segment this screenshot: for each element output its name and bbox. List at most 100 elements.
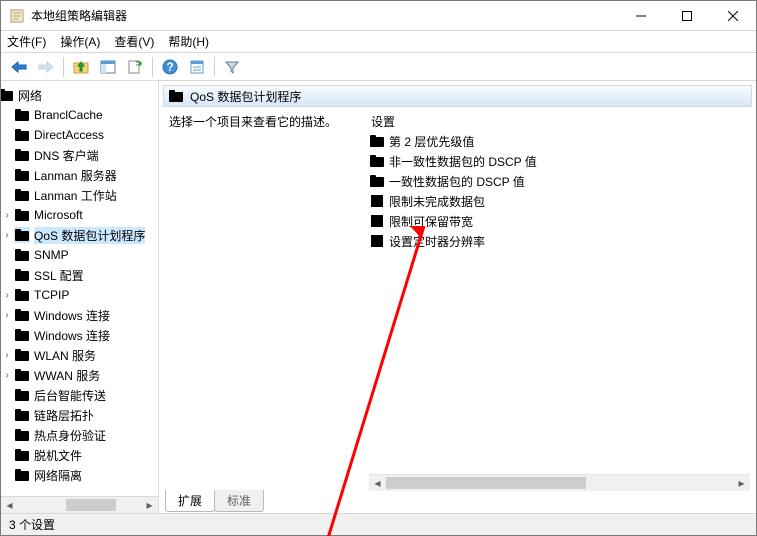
tree-item[interactable]: Lanman 服务器: [1, 165, 158, 185]
list-item-label: 非一致性数据包的 DSCP 值: [389, 153, 537, 170]
forward-button[interactable]: [34, 56, 58, 78]
expand-icon[interactable]: [1, 328, 14, 342]
tree-item[interactable]: BranclCache: [1, 105, 158, 125]
tree-item[interactable]: ›Windows 连接: [1, 305, 158, 325]
tree-h-scrollbar[interactable]: ◂ ▸: [1, 496, 158, 513]
folder-icon: [14, 187, 30, 203]
show-hide-tree-button[interactable]: [96, 56, 120, 78]
toolbar-separator: [152, 57, 153, 77]
tree-label: DirectAccess: [34, 128, 104, 142]
scroll-right-button[interactable]: ▸: [141, 497, 158, 514]
menu-file[interactable]: 文件(F): [7, 33, 46, 50]
expand-icon[interactable]: ›: [1, 308, 14, 322]
tree-item[interactable]: Lanman 工作站: [1, 185, 158, 205]
minimize-button[interactable]: [618, 1, 664, 30]
scroll-thumb[interactable]: [66, 499, 116, 511]
statusbar: 3 个设置: [1, 513, 756, 535]
filter-button[interactable]: [220, 56, 244, 78]
content-header-text: QoS 数据包计划程序: [190, 88, 301, 105]
menu-view[interactable]: 查看(V): [114, 33, 154, 50]
expand-icon[interactable]: ›: [1, 348, 14, 362]
folder-icon: [14, 167, 30, 183]
expand-icon[interactable]: [1, 448, 14, 462]
tree-item[interactable]: DirectAccess: [1, 125, 158, 145]
list-item-setting[interactable]: 限制可保留带宽: [369, 211, 752, 231]
expand-icon[interactable]: [1, 408, 14, 422]
list-item-setting[interactable]: 限制未完成数据包: [369, 191, 752, 211]
tree-item[interactable]: › WWAN 服务: [1, 365, 158, 385]
close-button[interactable]: [710, 1, 756, 30]
folder-icon: [14, 387, 30, 403]
tree-label: 链路层拓扑: [34, 407, 94, 424]
expand-icon[interactable]: [1, 188, 14, 202]
expand-icon[interactable]: [1, 468, 14, 482]
list-item-setting[interactable]: 设置定时器分辨率: [369, 231, 752, 251]
tree-item[interactable]: ›Microsoft: [1, 205, 158, 225]
status-text: 3 个设置: [9, 516, 55, 533]
expand-icon[interactable]: [1, 268, 14, 282]
folder-icon: [14, 327, 30, 343]
list-item-folder[interactable]: 非一致性数据包的 DSCP 值: [369, 151, 752, 171]
tree-item[interactable]: SSL 配置: [1, 265, 158, 285]
folder-icon: [14, 267, 30, 283]
tree-pane: ⌄网络BranclCache DirectAccess DNS 客户端 Lanman …: [1, 81, 159, 513]
tree-label: WWAN 服务: [34, 367, 100, 384]
expand-icon[interactable]: [1, 148, 14, 162]
expand-icon[interactable]: ›: [1, 228, 14, 242]
scroll-right-button[interactable]: ▸: [733, 475, 750, 492]
expand-icon[interactable]: ›: [1, 288, 14, 302]
expand-icon[interactable]: [1, 128, 14, 142]
list-h-scrollbar[interactable]: ◂ ▸: [369, 474, 750, 491]
tree-item[interactable]: › TCPIP: [1, 285, 158, 305]
properties-button[interactable]: [185, 56, 209, 78]
help-button[interactable]: ?: [158, 56, 182, 78]
folder-icon: [369, 133, 385, 149]
tab-standard[interactable]: 标准: [214, 490, 264, 512]
tree-item[interactable]: 链路层拓扑: [1, 405, 158, 425]
list-item-label: 一致性数据包的 DSCP 值: [389, 173, 525, 190]
tree-label: QoS 数据包计划程序: [34, 227, 145, 244]
tree-label: TCPIP: [34, 288, 69, 302]
tree-label: 脱机文件: [34, 447, 82, 464]
expand-icon[interactable]: [1, 388, 14, 402]
menu-help[interactable]: 帮助(H): [168, 33, 209, 50]
tree-item[interactable]: 后台智能传送: [1, 385, 158, 405]
back-button[interactable]: [7, 56, 31, 78]
expand-icon[interactable]: [1, 248, 14, 262]
tree-label: Lanman 服务器: [34, 167, 117, 184]
expand-icon[interactable]: ›: [1, 208, 14, 222]
folder-icon: [369, 153, 385, 169]
tree-item-network[interactable]: ⌄网络: [1, 85, 158, 105]
maximize-button[interactable]: [664, 1, 710, 30]
up-button[interactable]: [69, 56, 93, 78]
scroll-thumb[interactable]: [386, 477, 586, 489]
setting-icon: [369, 213, 385, 229]
scroll-left-button[interactable]: ◂: [1, 497, 18, 514]
folder-icon: [14, 127, 30, 143]
list-item-folder[interactable]: 一致性数据包的 DSCP 值: [369, 171, 752, 191]
expand-icon[interactable]: [1, 428, 14, 442]
folder-icon: [14, 287, 30, 303]
menu-action[interactable]: 操作(A): [60, 33, 100, 50]
tree-item[interactable]: Windows 连接: [1, 325, 158, 345]
tree-item[interactable]: ›WLAN 服务: [1, 345, 158, 365]
scroll-left-button[interactable]: ◂: [369, 475, 386, 492]
list-item-folder[interactable]: 第 2 层优先级值: [369, 131, 752, 151]
tree-item[interactable]: 热点身份验证: [1, 425, 158, 445]
tree-item[interactable]: 脱机文件: [1, 445, 158, 465]
tree-label: DNS 客户端: [34, 147, 99, 164]
tree-label: 网络: [18, 87, 42, 104]
expand-icon[interactable]: [1, 168, 14, 182]
tab-extended[interactable]: 扩展: [165, 490, 215, 512]
export-button[interactable]: [123, 56, 147, 78]
list-header-setting[interactable]: 设置: [369, 113, 752, 131]
expand-icon[interactable]: [1, 108, 14, 122]
folder-icon: [14, 227, 30, 243]
list-item-label: 第 2 层优先级值: [389, 133, 474, 150]
tree-item[interactable]: › QoS 数据包计划程序: [1, 225, 158, 245]
expand-icon[interactable]: ›: [1, 368, 14, 382]
tree-item[interactable]: 网络隔离: [1, 465, 158, 485]
tree-item[interactable]: SNMP: [1, 245, 158, 265]
tree-item[interactable]: DNS 客户端: [1, 145, 158, 165]
folder-icon: [14, 147, 30, 163]
